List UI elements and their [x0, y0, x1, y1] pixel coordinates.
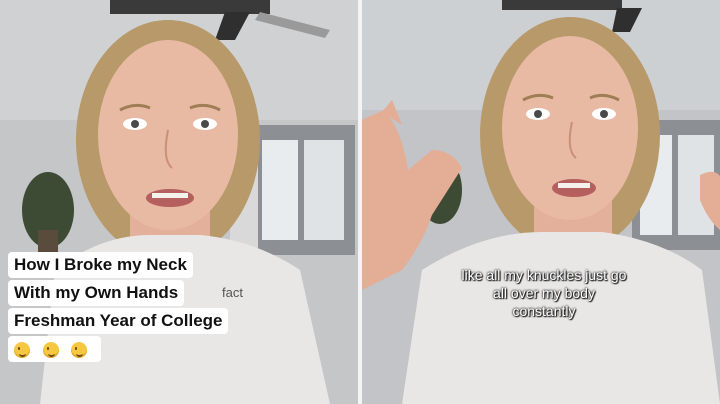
- caption-line-2: With my Own Hands: [8, 280, 185, 306]
- caption-line-1: How I Broke my Neck: [8, 252, 193, 278]
- emoji-row: [8, 336, 102, 362]
- upside-down-face-emoji-icon: [71, 341, 88, 358]
- subtitle-caption: like all my knuckles just go all over my…: [424, 266, 664, 320]
- left-video-frame: fact How I Broke my Neck With my Own Han…: [0, 0, 358, 404]
- subtitle-line-1: like all my knuckles just go: [461, 267, 627, 283]
- right-scene: [362, 0, 720, 404]
- video-collage: fact How I Broke my Neck With my Own Han…: [0, 0, 720, 404]
- subtitle-line-2: all over my body: [493, 285, 595, 301]
- title-caption: How I Broke my Neck With my Own Hands Fr…: [8, 252, 229, 362]
- upside-down-face-emoji-icon: [42, 341, 59, 358]
- upside-down-face-emoji-icon: [14, 341, 30, 358]
- right-video-frame: like all my knuckles just go all over my…: [362, 0, 720, 404]
- caption-line-3: Freshman Year of College: [8, 308, 229, 334]
- subtitle-line-3: constantly: [512, 303, 576, 319]
